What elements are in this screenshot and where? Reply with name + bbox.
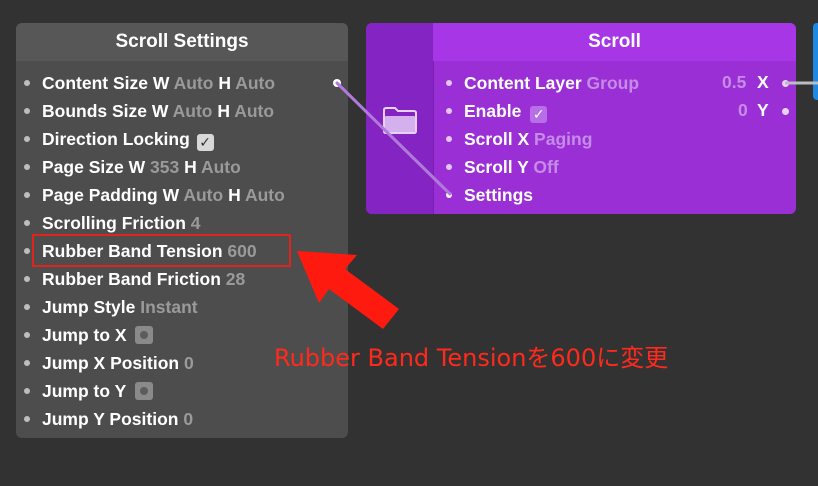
- input-label: Settings: [464, 185, 534, 205]
- setting-value[interactable]: 4: [191, 213, 201, 233]
- input-value[interactable]: Paging: [534, 129, 592, 149]
- width-value[interactable]: Auto: [173, 101, 213, 121]
- input-port[interactable]: [24, 332, 30, 338]
- scroll-node[interactable]: Scroll Content Layer Group Enable ✓ Scro…: [366, 23, 796, 214]
- setting-label: Scrolling Friction: [42, 213, 186, 233]
- width-label: W: [162, 185, 180, 205]
- height-value[interactable]: Auto: [234, 101, 274, 121]
- scroll-node-title: Scroll: [433, 23, 796, 61]
- input-port[interactable]: [24, 220, 30, 226]
- input-port[interactable]: [446, 80, 452, 86]
- height-value[interactable]: Auto: [235, 73, 275, 93]
- input-port[interactable]: [446, 192, 452, 198]
- width-value[interactable]: Auto: [183, 185, 223, 205]
- setting-label: Jump Y Position: [42, 409, 179, 429]
- input-port[interactable]: [24, 388, 30, 394]
- input-port[interactable]: [24, 136, 30, 142]
- setting-value[interactable]: Instant: [140, 297, 197, 317]
- width-label: W: [151, 101, 169, 121]
- setting-value[interactable]: 0: [184, 353, 194, 373]
- checkbox-icon[interactable]: ✓: [196, 134, 214, 151]
- input-port[interactable]: [24, 164, 30, 170]
- setting-label: Rubber Band Friction: [42, 269, 221, 289]
- input-port[interactable]: [24, 108, 30, 114]
- input-port[interactable]: [24, 248, 30, 254]
- input-port[interactable]: [24, 416, 30, 422]
- input-value[interactable]: Group: [587, 73, 640, 93]
- height-label: H: [184, 157, 197, 177]
- output-value-x: 0.5: [722, 72, 747, 92]
- input-port[interactable]: [24, 276, 30, 282]
- input-port[interactable]: [24, 304, 30, 310]
- width-value[interactable]: 353: [150, 157, 179, 177]
- setting-label: Jump to Y: [42, 381, 126, 401]
- annotation-text: Rubber Band Tensionを600に変更: [274, 344, 669, 372]
- output-label-x: X: [757, 72, 769, 92]
- input-label: Scroll Y: [464, 157, 529, 177]
- height-value[interactable]: Auto: [201, 157, 241, 177]
- input-port[interactable]: [446, 164, 452, 170]
- height-label: H: [228, 185, 241, 205]
- scroll-settings-panel: Scroll Settings Content Size W Auto H Au…: [16, 23, 348, 438]
- height-value[interactable]: Auto: [245, 185, 285, 205]
- output-value-y: 0: [738, 100, 748, 120]
- output-port-x[interactable]: [782, 80, 789, 87]
- setting-label: Page Size: [42, 157, 124, 177]
- pulse-button-icon[interactable]: [135, 326, 154, 344]
- input-label: Enable: [464, 101, 522, 121]
- input-port[interactable]: [446, 108, 452, 114]
- setting-value[interactable]: 0: [183, 409, 193, 429]
- setting-label: Jump X Position: [42, 353, 180, 373]
- input-port[interactable]: [446, 136, 452, 142]
- setting-label: Jump to X: [42, 325, 127, 345]
- width-label: W: [128, 157, 146, 177]
- output-label-y: Y: [757, 100, 769, 120]
- height-label: H: [218, 73, 231, 93]
- setting-label: Jump Style: [42, 297, 136, 317]
- output-port[interactable]: [333, 79, 341, 87]
- setting-label: Bounds Size: [42, 101, 148, 121]
- settings-panel-title: Scroll Settings: [16, 23, 348, 61]
- input-value[interactable]: Off: [533, 157, 558, 177]
- highlight-box: [32, 234, 291, 267]
- width-label: W: [152, 73, 170, 93]
- folder-icon: [383, 107, 417, 134]
- input-label: Content Layer: [464, 73, 582, 93]
- arrow-icon: [297, 251, 399, 329]
- output-port-y[interactable]: [782, 108, 789, 115]
- setting-label: Direction Locking: [42, 129, 190, 149]
- setting-label: Page Padding: [42, 185, 158, 205]
- pulse-button-icon[interactable]: [134, 382, 153, 400]
- checkbox-icon[interactable]: ✓: [530, 106, 548, 123]
- adjacent-node-edge[interactable]: [813, 23, 818, 100]
- height-label: H: [217, 101, 231, 121]
- setting-label: Content Size: [42, 73, 148, 93]
- input-port[interactable]: [24, 192, 30, 198]
- input-port[interactable]: [24, 360, 30, 366]
- width-value[interactable]: Auto: [174, 73, 214, 93]
- setting-value[interactable]: 28: [226, 269, 245, 289]
- input-label: Scroll X: [464, 129, 530, 149]
- input-port[interactable]: [24, 80, 30, 86]
- node-icon-column: [366, 23, 434, 214]
